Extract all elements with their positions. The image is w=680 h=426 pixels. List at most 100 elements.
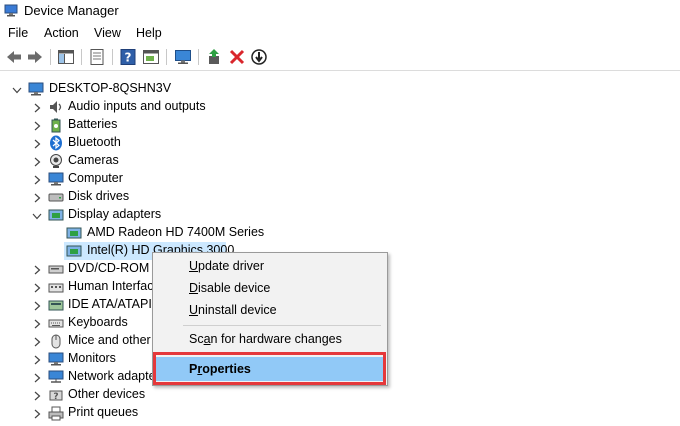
toolbar: ? <box>0 44 680 71</box>
tree-item-disk-drives[interactable]: Disk drives <box>0 188 300 206</box>
tree-item-display-adapters[interactable]: Display adapters <box>0 206 300 224</box>
computer-icon <box>28 81 44 97</box>
expand-arrow-icon[interactable] <box>32 264 42 275</box>
disk-drive-icon <box>48 189 64 205</box>
mouse-icon <box>48 333 64 349</box>
tree-item-bluetooth[interactable]: Bluetooth <box>0 134 300 152</box>
tree-item-label: Batteries <box>68 117 118 131</box>
tree-item-label: Network adapte <box>68 369 152 383</box>
camera-icon <box>48 153 64 169</box>
toolbar-separator <box>81 49 82 65</box>
ide-controller-icon <box>48 297 64 313</box>
computer-icon <box>48 171 64 187</box>
disable-icon[interactable] <box>250 48 268 66</box>
tree-item-dvd[interactable]: DVD/CD-ROM d <box>0 260 152 278</box>
expand-arrow-icon[interactable] <box>32 318 42 329</box>
tree-item-label: Monitors <box>68 351 116 365</box>
tree-item-mice[interactable]: Mice and other p <box>0 332 152 350</box>
menu-separator <box>183 325 381 326</box>
tree-item-amd-radeon[interactable]: AMD Radeon HD 7400M Series <box>0 224 300 242</box>
tree-item-batteries[interactable]: Batteries <box>0 116 300 134</box>
expand-arrow-icon[interactable] <box>32 120 42 131</box>
network-adapter-icon <box>48 369 64 385</box>
update-driver-icon[interactable] <box>206 48 224 66</box>
expand-arrow-icon[interactable] <box>32 192 42 203</box>
tree-item-human-interface[interactable]: Human Interface <box>0 278 152 296</box>
tree-item-computer[interactable]: Computer <box>0 170 300 188</box>
tree-item-cameras[interactable]: Cameras <box>0 152 300 170</box>
properties-icon[interactable] <box>88 48 106 66</box>
expand-arrow-icon[interactable] <box>32 300 42 311</box>
toolbar-separator <box>50 49 51 65</box>
collapse-arrow-icon[interactable] <box>12 84 22 94</box>
hid-icon <box>48 279 64 295</box>
expand-arrow-icon[interactable] <box>32 390 42 401</box>
menu-item-label: Uninstall device <box>189 303 277 317</box>
menu-item-update-driver[interactable]: Update driver <box>153 255 387 277</box>
tree-item-label: Other devices <box>68 387 146 401</box>
monitor-icon <box>48 351 64 367</box>
expand-arrow-icon[interactable] <box>32 156 42 167</box>
toolbar-separator <box>198 49 199 65</box>
tree-item-keyboards[interactable]: Keyboards <box>0 314 152 332</box>
tree-item-label: IDE ATA/ATAPI c <box>68 297 152 311</box>
menu-view[interactable]: View <box>94 26 121 40</box>
menu-item-uninstall-device[interactable]: Uninstall device <box>153 299 387 321</box>
show-hide-console-tree-icon[interactable] <box>57 48 75 66</box>
tree-item-monitors[interactable]: Monitors <box>0 350 152 368</box>
toolbar-separator <box>166 49 167 65</box>
menu-item-label: Update driver <box>189 259 265 273</box>
help-icon[interactable]: ? <box>119 48 137 66</box>
tree-item-label: Human Interface <box>68 279 152 293</box>
show-hide-action-pane-icon[interactable] <box>142 48 160 66</box>
expand-arrow-icon[interactable] <box>32 138 42 149</box>
tree-item-print-queues[interactable]: Print queues <box>0 404 300 422</box>
battery-icon <box>48 117 64 133</box>
tree-item-label: Display adapters <box>68 207 162 221</box>
device-manager-app-icon <box>4 4 18 17</box>
back-icon[interactable] <box>5 48 23 66</box>
tree-root[interactable]: DESKTOP-8QSHN3V <box>0 80 300 98</box>
expand-arrow-icon[interactable] <box>32 282 42 293</box>
menu-item-label: Scan for hardware changes <box>189 332 342 346</box>
forward-icon[interactable] <box>26 48 44 66</box>
menu-bar: File Action View Help <box>0 23 680 43</box>
tree-item-ide-ata[interactable]: IDE ATA/ATAPI c <box>0 296 152 314</box>
printer-icon <box>48 405 64 421</box>
expand-arrow-icon[interactable] <box>32 372 42 383</box>
dvd-drive-icon <box>48 261 64 277</box>
expand-arrow-icon[interactable] <box>32 408 42 419</box>
menu-action[interactable]: Action <box>44 26 79 40</box>
svg-text:?: ? <box>53 392 58 402</box>
svg-text:?: ? <box>125 51 132 65</box>
collapse-arrow-icon[interactable] <box>32 210 42 220</box>
expand-arrow-icon[interactable] <box>32 354 42 365</box>
keyboard-icon <box>48 315 64 331</box>
toolbar-separator <box>112 49 113 65</box>
unknown-device-icon: ? <box>48 387 64 403</box>
window-title: Device Manager <box>24 3 119 18</box>
display-adapter-icon <box>66 243 82 259</box>
scan-hardware-icon[interactable] <box>174 48 192 66</box>
tree-item-audio[interactable]: Audio inputs and outputs <box>0 98 300 116</box>
tree-item-label: Mice and other p <box>68 333 152 347</box>
tree-item-label: Audio inputs and outputs <box>68 99 206 113</box>
uninstall-icon[interactable] <box>228 48 246 66</box>
display-adapter-icon <box>66 225 82 241</box>
tree-item-label: Cameras <box>68 153 119 167</box>
title-bar: Device Manager <box>0 0 680 22</box>
expand-arrow-icon[interactable] <box>32 174 42 185</box>
expand-arrow-icon[interactable] <box>32 336 42 347</box>
menu-item-scan-hardware[interactable]: Scan for hardware changes <box>153 328 387 350</box>
menu-item-disable-device[interactable]: Disable device <box>153 277 387 299</box>
expand-arrow-icon[interactable] <box>32 102 42 113</box>
tree-root-label: DESKTOP-8QSHN3V <box>49 81 172 95</box>
bluetooth-icon <box>48 135 64 151</box>
menu-file[interactable]: File <box>8 26 28 40</box>
tree-item-label: AMD Radeon HD 7400M Series <box>87 225 265 239</box>
tree-item-label: Bluetooth <box>68 135 121 149</box>
tree-item-other-devices[interactable]: ? Other devices <box>0 386 300 404</box>
menu-help[interactable]: Help <box>136 26 162 40</box>
speaker-icon <box>48 99 64 115</box>
tree-item-network-adapters[interactable]: Network adapte <box>0 368 152 386</box>
